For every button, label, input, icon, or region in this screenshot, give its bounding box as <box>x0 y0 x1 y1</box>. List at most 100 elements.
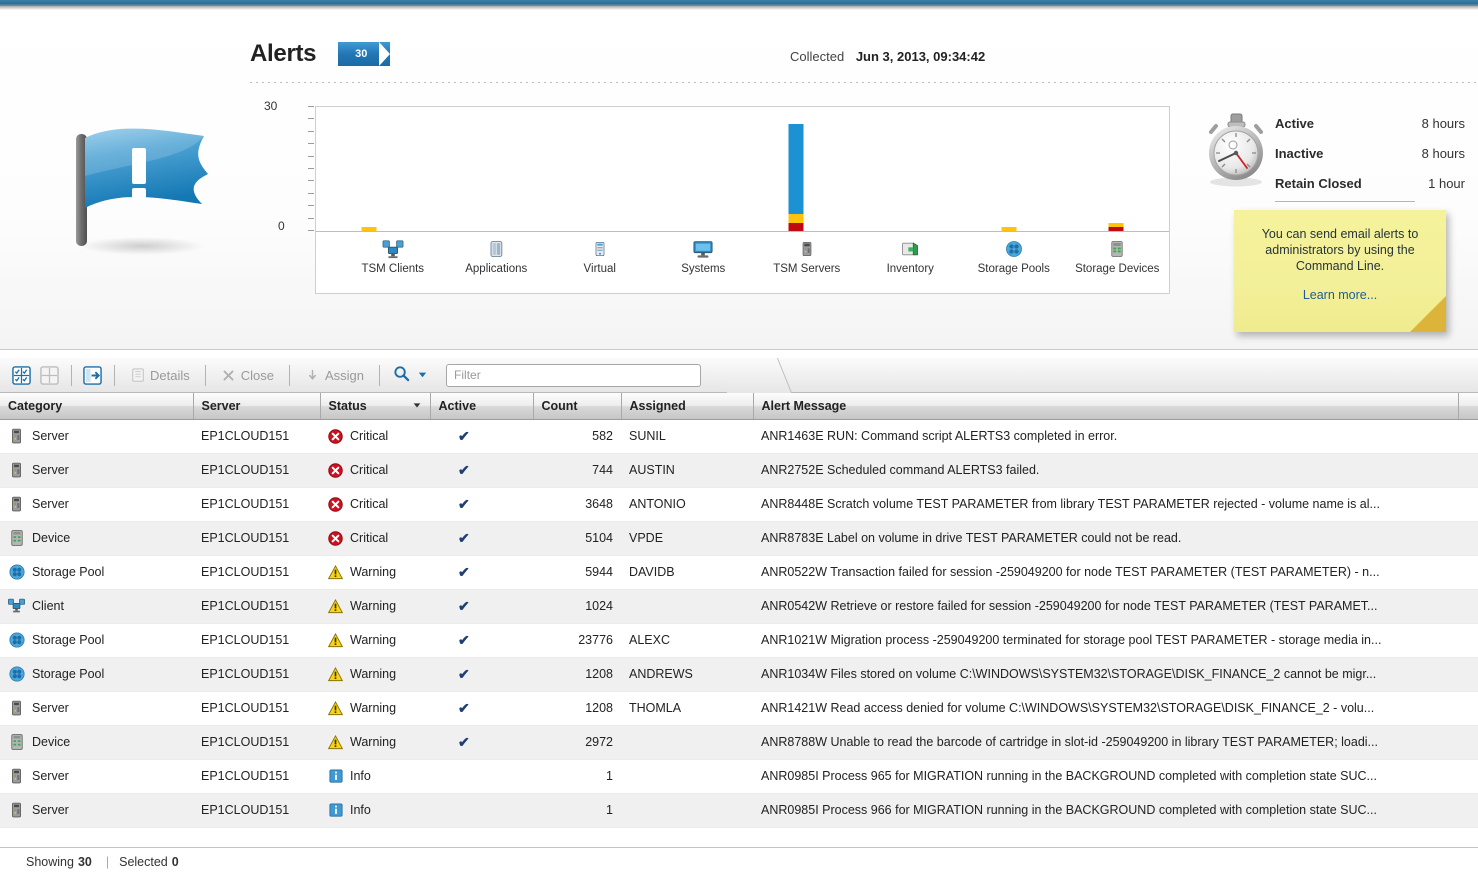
cell-extra <box>1458 691 1478 726</box>
table-row[interactable]: Storage Pool EP1CLOUD151 Warning ✔ 23776 ALEX… <box>0 623 1478 658</box>
header-divider <box>250 82 1478 83</box>
export-icon[interactable] <box>79 363 105 388</box>
cell-extra <box>1458 555 1478 590</box>
bar-applications[interactable] <box>423 107 530 231</box>
cell-server: EP1CLOUD151 <box>193 521 320 556</box>
search-button[interactable] <box>387 365 434 385</box>
cell-active: ✔ <box>430 453 533 488</box>
table-row[interactable]: Storage Pool EP1CLOUD151 Warning ✔ 5944 DAVID… <box>0 555 1478 590</box>
cell-alert-message: ANR2752E Scheduled command ALERTS3 faile… <box>753 453 1458 488</box>
storage-pool-icon <box>8 632 25 649</box>
chevron-down-icon[interactable] <box>417 368 428 383</box>
status-label: Critical <box>350 531 389 545</box>
table-row[interactable]: Device EP1CLOUD151 Warning ✔ 2972 ANR8788W Un… <box>0 725 1478 760</box>
bar-segment-warning[interactable] <box>788 214 804 223</box>
info-icon <box>328 769 343 784</box>
bar-tsm-clients[interactable] <box>316 107 423 231</box>
column-header-count[interactable]: Count <box>533 393 622 420</box>
details-button[interactable]: Details <box>122 363 198 388</box>
cell-server: EP1CLOUD151 <box>193 691 320 726</box>
active-check-icon: ✔ <box>458 665 470 682</box>
sticky-note-fold <box>1410 296 1446 332</box>
cell-extra <box>1458 793 1478 828</box>
x-category-applications[interactable]: Applications <box>445 232 549 294</box>
bar-storage-pools[interactable] <box>956 107 1063 231</box>
critical-icon <box>328 428 343 444</box>
alerts-table-panel: Details Close Assign Filter Category Ser… <box>0 358 1478 875</box>
cell-count: 3648 <box>533 487 621 522</box>
bar-virtual[interactable] <box>529 107 636 231</box>
cell-alert-message: ANR8788W Unable to read the barcode of c… <box>753 725 1458 760</box>
column-header-label: Active <box>438 398 477 413</box>
x-category-tsm-clients[interactable]: TSM Clients <box>341 232 445 294</box>
column-header-status[interactable]: Status <box>320 393 431 420</box>
retention-value: 8 hours <box>1421 145 1465 161</box>
column-header-assigned[interactable]: Assigned <box>621 393 754 420</box>
retention-row: Inactive 8 hours <box>1275 138 1465 168</box>
sort-desc-icon[interactable] <box>412 399 422 413</box>
server-icon <box>8 428 25 445</box>
x-category-systems[interactable]: Systems <box>652 232 756 294</box>
cell-active <box>430 793 533 828</box>
toolbar-divider-4 <box>289 364 290 386</box>
column-header-server[interactable]: Server <box>193 393 321 420</box>
cell-assigned: VPDE <box>621 521 753 556</box>
bar-storage-devices[interactable] <box>1062 107 1169 231</box>
x-category-virtual[interactable]: Virtual <box>548 232 652 294</box>
bar-segment-critical[interactable] <box>788 222 804 231</box>
applications-icon <box>484 238 508 260</box>
assign-button[interactable]: Assign <box>297 363 372 388</box>
retention-label: Retain Closed <box>1275 175 1362 191</box>
close-button[interactable]: Close <box>213 363 282 388</box>
cell-assigned <box>621 589 753 624</box>
filter-input[interactable] <box>446 363 702 387</box>
device-icon <box>8 734 25 751</box>
table-row[interactable]: Client EP1CLOUD151 Warning ✔ 1024 ANR0542W Re… <box>0 589 1478 624</box>
column-header-alert-message[interactable]: Alert Message <box>753 393 1459 420</box>
category-label: Server <box>32 803 69 817</box>
showing-count: 30 <box>77 854 92 869</box>
table-row[interactable]: Server EP1CLOUD151 Critical ✔ 582 SUNIL ANR146… <box>0 419 1478 454</box>
bar-segment-info[interactable] <box>788 123 804 215</box>
column-header-extra[interactable] <box>1458 393 1478 420</box>
column-header-active[interactable]: Active <box>430 393 534 420</box>
table-row[interactable]: Server EP1CLOUD151 Info 1 ANR0985I Process 9… <box>0 759 1478 794</box>
cell-server: EP1CLOUD151 <box>193 487 320 522</box>
column-header-category[interactable]: Category <box>0 393 194 420</box>
cell-alert-message: ANR1034W Files stored on volume C:\WINDO… <box>753 657 1458 692</box>
learn-more-link[interactable]: Learn more... <box>1248 288 1432 302</box>
tip-sticky-note: You can send email alerts to administrat… <box>1234 210 1446 332</box>
cell-status: Warning <box>320 589 430 624</box>
inventory-icon <box>898 238 922 260</box>
status-label: Critical <box>350 497 389 511</box>
cell-active: ✔ <box>430 589 533 624</box>
active-check-icon: ✔ <box>458 597 470 614</box>
table-row[interactable]: Server EP1CLOUD151 Critical ✔ 3648 ANTONIO ANR… <box>0 487 1478 522</box>
category-label: Storage Pool <box>32 667 105 681</box>
table-row[interactable]: Server EP1CLOUD151 Critical ✔ 744 AUSTIN ANR27… <box>0 453 1478 488</box>
grid-view-icon[interactable] <box>36 363 62 388</box>
bar-systems[interactable] <box>636 107 743 231</box>
virtual-icon <box>588 238 612 260</box>
category-label: Device <box>32 735 71 749</box>
x-category-storage-devices[interactable]: Storage Devices <box>1066 232 1170 294</box>
table-row[interactable]: Server EP1CLOUD151 Info 1 ANR0985I Process 9… <box>0 793 1478 828</box>
status-label: Warning <box>350 701 397 715</box>
active-check-icon: ✔ <box>458 631 470 648</box>
title-row: Alerts 30 <box>250 40 391 68</box>
x-category-label: Systems <box>681 263 726 275</box>
bar-tsm-servers[interactable] <box>743 107 850 231</box>
cell-assigned: SUNIL <box>621 419 753 454</box>
bar-inventory[interactable] <box>849 107 956 231</box>
x-category-storage-pools[interactable]: Storage Pools <box>962 232 1066 294</box>
table-row[interactable]: Storage Pool EP1CLOUD151 Warning ✔ 1208 ANDRE… <box>0 657 1478 692</box>
table-row[interactable]: Server EP1CLOUD151 Warning ✔ 1208 THOMLA ANR14… <box>0 691 1478 726</box>
warning-icon <box>328 666 343 682</box>
x-category-tsm-servers[interactable]: TSM Servers <box>755 232 859 294</box>
blue-alert-flag-icon <box>58 118 226 260</box>
select-all-icon[interactable] <box>8 363 34 388</box>
cell-active: ✔ <box>430 691 533 726</box>
x-category-inventory[interactable]: Inventory <box>859 232 963 294</box>
critical-icon <box>328 530 343 546</box>
table-row[interactable]: Device EP1CLOUD151 Critical ✔ 5104 VPDE ANR878… <box>0 521 1478 556</box>
